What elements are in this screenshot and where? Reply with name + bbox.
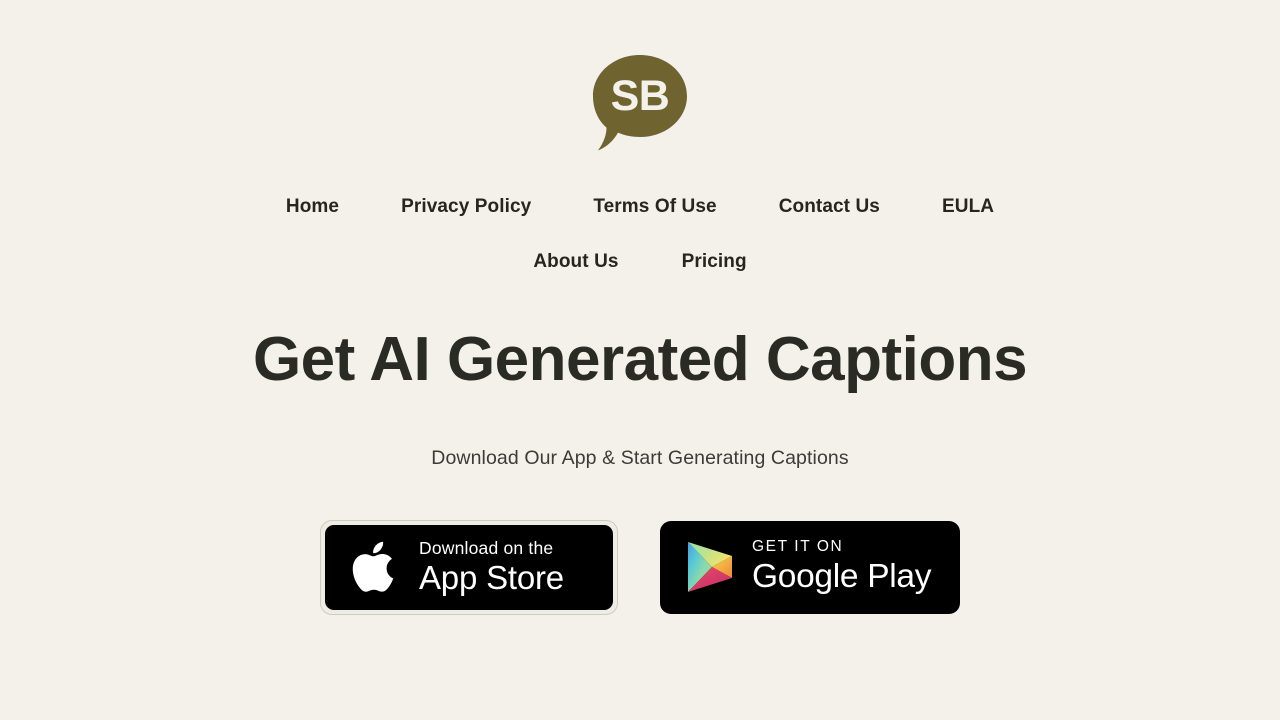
- nav-row-secondary: About Us Pricing: [533, 252, 746, 271]
- app-store-badge-small-label: Download on the: [419, 538, 554, 559]
- nav-item-eula[interactable]: EULA: [942, 197, 994, 216]
- google-play-triangle-icon: [688, 542, 732, 593]
- nav-item-terms-of-use[interactable]: Terms Of Use: [593, 197, 716, 216]
- nav-item-about-us[interactable]: About Us: [533, 252, 618, 271]
- app-store-badge[interactable]: Download on the App Store: [320, 519, 618, 615]
- store-badges: Download on the App Store GET IT ON Goog…: [320, 519, 960, 615]
- nav-item-privacy-policy[interactable]: Privacy Policy: [401, 197, 531, 216]
- main-navigation: Home Privacy Policy Terms Of Use Contact…: [0, 158, 1280, 271]
- app-store-badge-text: Download on the App Store: [419, 538, 564, 596]
- page-subtitle: Download Our App & Start Generating Capt…: [431, 447, 849, 470]
- google-play-badge[interactable]: GET IT ON Google Play: [660, 520, 960, 614]
- nav-row-primary: Home Privacy Policy Terms Of Use Contact…: [286, 197, 994, 216]
- page-title: Get AI Generated Captions: [252, 325, 1028, 394]
- landing-page: SB Home Privacy Policy Terms Of Use Cont…: [0, 0, 1280, 720]
- google-play-badge-small-label: GET IT ON: [752, 538, 844, 556]
- google-play-badge-big-label: Google Play: [752, 557, 932, 595]
- nav-item-home[interactable]: Home: [286, 197, 339, 216]
- nav-item-contact-us[interactable]: Contact Us: [779, 197, 880, 216]
- apple-logo-icon: [352, 541, 394, 592]
- google-play-badge-text: GET IT ON Google Play: [752, 538, 932, 595]
- svg-text:SB: SB: [611, 72, 670, 120]
- speech-bubble-icon: SB: [593, 55, 687, 151]
- app-store-badge-big-label: App Store: [419, 558, 564, 596]
- app-store-badge-inner: Download on the App Store: [325, 524, 613, 610]
- nav-item-pricing[interactable]: Pricing: [682, 252, 747, 271]
- site-logo[interactable]: SB: [580, 48, 700, 158]
